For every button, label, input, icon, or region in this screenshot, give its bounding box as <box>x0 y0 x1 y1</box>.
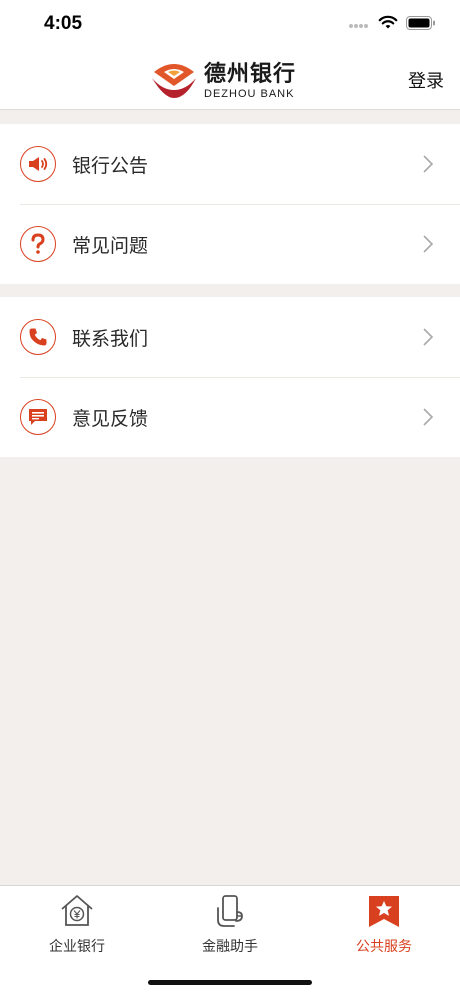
status-bar: 4:05 <box>0 0 460 50</box>
status-icons <box>348 15 436 34</box>
chevron-right-icon <box>422 154 434 178</box>
app-header: 德州银行 DEZHOU BANK 登录 <box>0 50 460 110</box>
menu-item-label: 银行公告 <box>72 155 149 177</box>
phone-icon <box>20 319 56 355</box>
star-bookmark-icon <box>366 894 402 932</box>
chevron-right-icon <box>422 327 434 351</box>
wifi-icon <box>378 15 398 34</box>
menu-item-feedback[interactable]: 意见反馈 <box>0 377 460 457</box>
menu-item-label: 意见反馈 <box>72 408 149 430</box>
tab-label: 公共服务 <box>356 939 412 955</box>
menu-item-contact-us[interactable]: 联系我们 <box>0 297 460 377</box>
brand-name: 德州银行 <box>204 62 297 87</box>
chevron-right-icon <box>422 407 434 431</box>
menu-item-faq[interactable]: 常见问题 <box>0 204 460 284</box>
menu-item-label: 联系我们 <box>72 328 149 350</box>
brand-logo: 德州银行 DEZHOU BANK <box>150 58 296 104</box>
feedback-icon <box>20 399 56 435</box>
signal-icon <box>348 15 370 34</box>
home-indicator <box>148 980 312 985</box>
status-time: 4:05 <box>44 13 83 34</box>
menu-item-bank-announcement[interactable]: 银行公告 <box>0 124 460 204</box>
chevron-right-icon <box>422 234 434 258</box>
tab-finance-assistant[interactable]: 金融助手 <box>170 894 290 958</box>
question-icon <box>20 226 56 262</box>
megaphone-icon <box>20 146 56 182</box>
battery-icon <box>406 15 436 34</box>
tab-enterprise-bank[interactable]: 企业银行 <box>17 894 137 958</box>
menu-item-label: 常见问题 <box>72 235 149 257</box>
brand-text: 德州银行 DEZHOU BANK <box>204 62 296 100</box>
service-group-1: 银行公告 常见问题 <box>0 124 460 284</box>
login-button[interactable]: 登录 <box>408 67 444 93</box>
tab-label: 金融助手 <box>202 939 258 955</box>
service-group-2: 联系我们 意见反馈 <box>0 297 460 457</box>
phone-hand-icon <box>212 894 248 932</box>
brand-subtitle: DEZHOU BANK <box>204 88 295 100</box>
dezhou-bank-logo-icon <box>150 58 198 104</box>
tab-public-service[interactable]: 公共服务 <box>324 894 444 958</box>
tab-label: 企业银行 <box>49 939 105 955</box>
house-yen-icon <box>59 894 95 932</box>
